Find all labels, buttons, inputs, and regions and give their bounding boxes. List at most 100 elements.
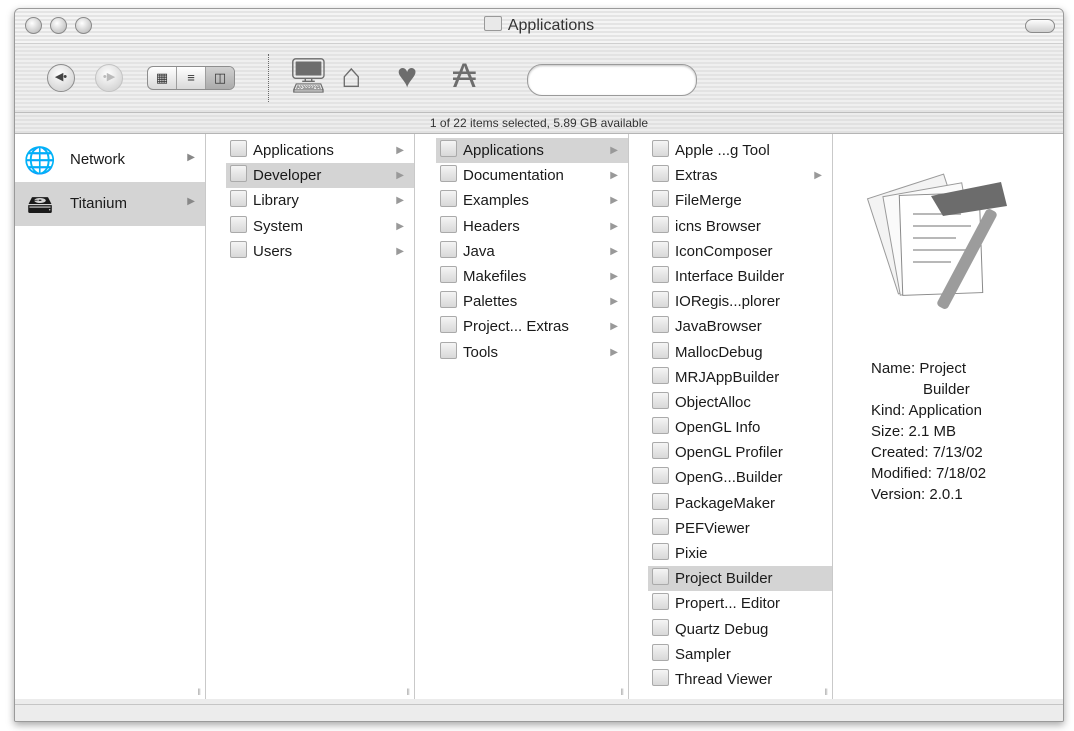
list-item[interactable]: Users ▶ bbox=[226, 239, 414, 264]
list-item[interactable]: System ▶ bbox=[226, 214, 414, 239]
toolbar-toggle-button[interactable] bbox=[1025, 19, 1055, 33]
applications-icon[interactable]: ₳ bbox=[453, 56, 476, 96]
column-resize-grip[interactable]: ‖ bbox=[197, 687, 201, 697]
list-item-label: Library bbox=[253, 192, 299, 210]
list-item[interactable]: Applications ▶ bbox=[436, 138, 628, 164]
view-mode-control: ▦ ≡ ◫ bbox=[147, 66, 235, 90]
forward-arrow-icon: •▶ bbox=[102, 71, 116, 83]
list-item[interactable]: FileMerge bbox=[648, 188, 832, 213]
home-icon[interactable]: ⌂ bbox=[341, 56, 362, 96]
list-item-label: Pixie bbox=[675, 545, 708, 562]
list-item[interactable]: Palettes ▶ bbox=[436, 289, 628, 314]
folder-icon bbox=[440, 140, 457, 157]
list-item[interactable]: Propert... Editor bbox=[648, 591, 832, 616]
list-item[interactable]: MRJAppBuilder bbox=[648, 365, 832, 390]
list-item[interactable]: Documentation ▶ bbox=[436, 163, 628, 188]
info-created: Created: 7/13/02 bbox=[871, 444, 983, 461]
list-item[interactable]: ObjectAlloc bbox=[648, 390, 832, 415]
list-item[interactable]: Extras ▶ bbox=[648, 163, 832, 188]
finder-window: Applications ◀• •▶ ▦ ≡ ◫ 🖥 ⌂ ♥ ₳ 1 of 22… bbox=[14, 8, 1064, 722]
app-icon bbox=[652, 668, 669, 686]
list-item[interactable]: PEFViewer bbox=[648, 516, 832, 541]
list-item-label: JavaBrowser bbox=[675, 318, 762, 336]
disclosure-arrow-icon: ▶ bbox=[610, 170, 618, 182]
app-icon bbox=[652, 618, 669, 636]
disclosure-arrow-icon: ▶ bbox=[610, 321, 618, 333]
app-icon bbox=[652, 543, 669, 560]
list-item[interactable]: Applications ▶ bbox=[226, 138, 414, 163]
app-icon bbox=[652, 341, 669, 359]
icon-view-icon[interactable]: ▦ bbox=[148, 67, 177, 89]
back-button[interactable]: ◀• bbox=[47, 64, 75, 92]
title-bar[interactable]: Applications bbox=[15, 9, 1063, 44]
forward-button[interactable]: •▶ bbox=[95, 64, 123, 92]
disclosure-arrow-icon: ▶ bbox=[396, 195, 404, 207]
list-item-label: Quartz Debug bbox=[675, 620, 769, 638]
network-globe-icon: 🌐 bbox=[23, 145, 57, 175]
list-item-label: MallocDebug bbox=[675, 343, 763, 361]
list-item-label: Java bbox=[463, 242, 495, 260]
list-item-label: Project Builder bbox=[675, 570, 773, 588]
list-item[interactable]: IconComposer bbox=[648, 239, 832, 264]
list-item[interactable]: JavaBrowser bbox=[648, 314, 832, 339]
list-item[interactable]: Thread Viewer bbox=[648, 667, 832, 692]
folder-icon bbox=[230, 165, 247, 183]
list-item[interactable]: Makefiles ▶ bbox=[436, 264, 628, 289]
list-item[interactable]: Pixie bbox=[648, 541, 832, 566]
list-item-label: FileMerge bbox=[675, 192, 742, 210]
app-icon bbox=[652, 492, 669, 510]
app-icon bbox=[652, 643, 669, 661]
list-item-label: PackageMaker bbox=[675, 494, 776, 512]
app-icon bbox=[652, 442, 669, 460]
list-item[interactable]: Sampler bbox=[648, 642, 832, 667]
list-item[interactable]: OpenGL Profiler bbox=[648, 440, 832, 465]
list-item-label: Users bbox=[253, 242, 293, 260]
list-item[interactable]: Project... Extras ▶ bbox=[436, 314, 628, 339]
list-item[interactable]: Tools ▶ bbox=[436, 340, 628, 365]
list-item[interactable]: Quartz Debug bbox=[648, 617, 832, 642]
list-item[interactable]: Examples ▶ bbox=[436, 188, 628, 213]
horizontal-scrollbar[interactable] bbox=[15, 704, 1063, 721]
disclosure-arrow-icon: ▶ bbox=[610, 346, 618, 358]
disclosure-arrow-icon: ▶ bbox=[814, 170, 822, 182]
list-item-label: Developer bbox=[253, 167, 322, 185]
list-item-label: Thread Viewer bbox=[675, 670, 773, 688]
list-item[interactable]: Java ▶ bbox=[436, 239, 628, 264]
search-input[interactable] bbox=[527, 64, 697, 96]
list-item[interactable]: Library ▶ bbox=[226, 188, 414, 213]
list-item-label: Sampler bbox=[675, 645, 731, 663]
column-view-icon[interactable]: ◫ bbox=[206, 67, 234, 89]
list-item[interactable]: Project Builder bbox=[648, 566, 832, 592]
list-view-icon[interactable]: ≡ bbox=[177, 67, 206, 89]
folder-icon bbox=[440, 265, 457, 283]
app-icon bbox=[652, 467, 669, 485]
disclosure-arrow-icon: ▶ bbox=[396, 245, 404, 257]
list-item[interactable]: Apple ...g Tool bbox=[648, 138, 832, 163]
volume-network[interactable]: 🌐 Network ▶ bbox=[15, 138, 205, 182]
list-item[interactable]: Developer ▶ bbox=[226, 163, 414, 189]
volume-titanium[interactable]: 🖴 Titanium ▶ bbox=[15, 182, 205, 226]
computer-icon[interactable]: 🖥 bbox=[287, 56, 330, 96]
list-item[interactable]: Headers ▶ bbox=[436, 214, 628, 239]
folder-icon bbox=[440, 316, 457, 334]
favorites-heart-icon[interactable]: ♥ bbox=[397, 56, 417, 96]
list-item[interactable]: PackageMaker bbox=[648, 491, 832, 516]
list-item[interactable]: Interface Builder bbox=[648, 264, 832, 289]
list-item[interactable]: OpenGL Info bbox=[648, 415, 832, 440]
disclosure-arrow-icon: ▶ bbox=[396, 170, 404, 182]
list-item[interactable]: icns Browser bbox=[648, 214, 832, 239]
column-resize-grip[interactable]: ‖ bbox=[824, 687, 828, 697]
column-resize-grip[interactable]: ‖ bbox=[406, 687, 410, 697]
column-resize-grip[interactable]: ‖ bbox=[620, 687, 624, 697]
list-item-label: PEFViewer bbox=[675, 519, 750, 537]
app-icon bbox=[652, 291, 669, 309]
list-item-label: OpenGL Profiler bbox=[675, 444, 783, 462]
list-item[interactable]: MallocDebug bbox=[648, 340, 832, 365]
disclosure-arrow-icon: ▶ bbox=[187, 152, 195, 163]
disclosure-arrow-icon: ▶ bbox=[610, 296, 618, 308]
folder-icon bbox=[440, 165, 457, 183]
app-icon bbox=[652, 190, 669, 208]
list-item-label: System bbox=[253, 217, 304, 235]
list-item[interactable]: IORegis...plorer bbox=[648, 289, 832, 314]
list-item[interactable]: OpenG...Builder bbox=[648, 465, 832, 490]
